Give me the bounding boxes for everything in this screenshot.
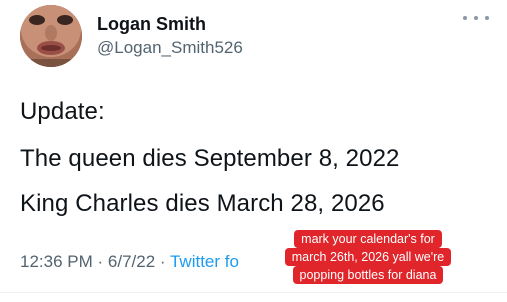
tweet-date[interactable]: 6/7/22: [108, 252, 155, 271]
dot: [485, 16, 489, 20]
author-handle[interactable]: @Logan_Smith526: [97, 38, 243, 58]
dot: [463, 16, 467, 20]
avatar-face-image: [20, 5, 82, 67]
divider: [0, 292, 507, 293]
tweet-card: Logan Smith @Logan_Smith526 Update: The …: [0, 0, 507, 302]
avatar[interactable]: [20, 5, 82, 67]
more-options-icon[interactable]: [463, 10, 489, 26]
tweet-metadata: 12:36 PM · 6/7/22 · Twitter fo: [20, 252, 239, 272]
tweet-text-line: King Charles dies March 28, 2026: [20, 190, 385, 217]
dot: [474, 16, 478, 20]
caption-line: march 26th, 2026 yall we're: [284, 248, 452, 266]
caption-line: mark your calendar's for: [294, 230, 442, 248]
tweet-text-line: Update:: [20, 98, 105, 125]
author-name[interactable]: Logan Smith: [97, 14, 206, 35]
separator: ·: [159, 252, 170, 271]
tweet-source-link[interactable]: Twitter fo: [170, 252, 239, 271]
caption-line: popping bottles for diana: [292, 266, 444, 284]
separator: ·: [97, 252, 108, 271]
tweet-time[interactable]: 12:36 PM: [20, 252, 93, 271]
overlay-caption: mark your calendar's for march 26th, 202…: [273, 230, 463, 284]
tweet-text-line: The queen dies September 8, 2022: [20, 145, 400, 172]
